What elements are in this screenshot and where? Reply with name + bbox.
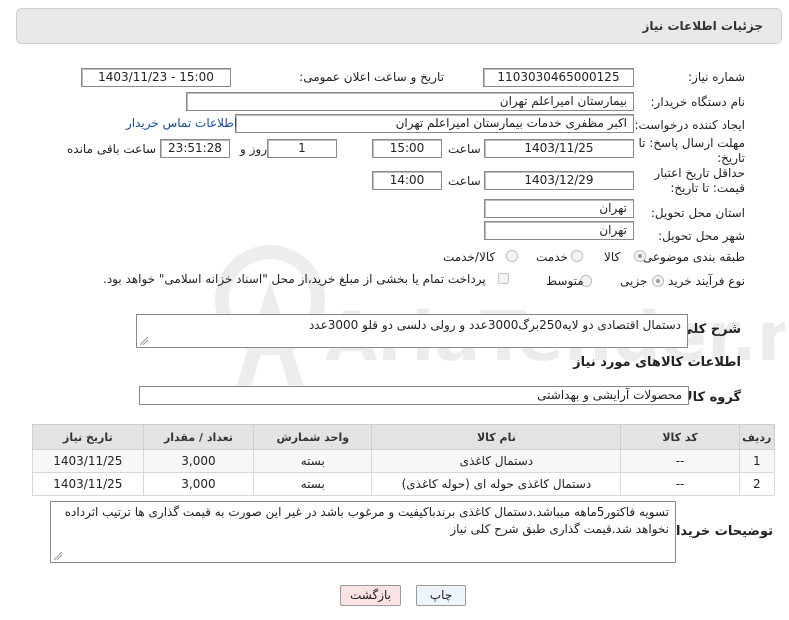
buyer-org-field: بیمارستان امیراعلم تهران: [186, 92, 634, 111]
province-label: استان محل تحویل:: [650, 206, 745, 220]
process-label: نوع فرآیند خرید :: [660, 274, 745, 288]
validity-time-field: 14:00: [372, 171, 442, 190]
category-radio-both[interactable]: [506, 250, 518, 262]
validity-date-field: 1403/12/29: [484, 171, 634, 190]
resize-grip-icon[interactable]: [54, 552, 62, 560]
category-radio-service[interactable]: [571, 250, 583, 262]
page-title: جزئیات اطلاعات نیاز: [642, 19, 763, 33]
goods-info-title: اطلاعات کالاهای مورد نیاز: [573, 355, 741, 370]
send-date-field: 1403/11/25: [484, 139, 634, 158]
description-text: دستمال اقتصادی دو لایه250برگ3000عدد و رو…: [308, 318, 681, 332]
days-label: روز و: [240, 142, 267, 156]
items-table: ردیف کد کالا نام کالا واحد شمارش تعداد /…: [32, 424, 776, 496]
validity-time-label: ساعت: [448, 174, 481, 188]
category-goods-label: کالا: [604, 250, 621, 264]
process-minor-label: جزیی: [620, 274, 648, 288]
days-field: 1: [267, 139, 337, 158]
buyer-notes-label: توضیحات خریدار:: [663, 524, 773, 539]
cell-code: --: [620, 449, 740, 473]
send-time-label: ساعت: [448, 142, 481, 156]
process-radio-minor[interactable]: [652, 275, 664, 287]
col-code: کد کالا: [620, 424, 740, 450]
city-label: شهر محل تحویل:: [658, 229, 745, 243]
col-qty: تعداد / مقدار: [142, 424, 255, 450]
validity-label: حداقل تاریخ اعتبار قیمت: تا تاریخ:: [654, 166, 745, 195]
category-both-label: کالا/خدمت: [443, 250, 496, 264]
cell-unit: بسته: [253, 472, 373, 496]
treasury-checkbox[interactable]: [498, 273, 509, 284]
buyer-notes-text: تسویه فاکتور5ماهه میباشد.دستمال کاغذی بر…: [64, 505, 669, 536]
print-button[interactable]: چاپ: [416, 585, 466, 606]
cell-row: 2: [738, 472, 776, 496]
payment-note: پرداخت تمام یا بخشی از مبلغ خرید،از محل …: [103, 272, 486, 286]
buyer-contact-link[interactable]: اطلاعات تماس خریدار: [126, 116, 237, 130]
buyer-notes-field: تسویه فاکتور5ماهه میباشد.دستمال کاغذی بر…: [50, 501, 676, 563]
need-number-label: شماره نیاز:: [688, 70, 745, 84]
category-radio-goods[interactable]: [634, 250, 646, 262]
cell-date: 1403/11/25: [32, 472, 144, 496]
announce-label: تاریخ و ساعت اعلان عمومی:: [299, 70, 444, 84]
col-date: تاریخ نیاز: [32, 424, 144, 450]
category-label: طبقه بندی موضوعی:: [638, 250, 745, 264]
goods-group-field: محصولات آرایشی و بهداشتی: [139, 386, 689, 405]
table-header-row: ردیف کد کالا نام کالا واحد شمارش تعداد /…: [32, 424, 776, 450]
header-panel: جزئیات اطلاعات نیاز: [16, 8, 782, 44]
category-service-label: خدمت: [536, 250, 568, 264]
cell-unit: بسته: [253, 449, 373, 473]
province-field: تهران: [484, 199, 634, 218]
table-row: 1 -- دستمال کاغذی بسته 3,000 1403/11/25: [32, 449, 776, 473]
creator-label: ایجاد کننده درخواست:: [634, 118, 745, 132]
send-time-field: 15:00: [372, 139, 442, 158]
remaining-time-field: 23:51:28: [160, 139, 230, 158]
cell-qty: 3,000: [142, 449, 255, 473]
process-medium-label: متوسط: [546, 274, 584, 288]
buyer-org-label: نام دستگاه خریدار:: [650, 95, 746, 109]
back-button[interactable]: بازگشت: [340, 585, 401, 606]
announce-field: 1403/11/23 - 15:00: [81, 68, 231, 87]
cell-qty: 3,000: [142, 472, 255, 496]
cell-date: 1403/11/25: [32, 449, 144, 473]
send-deadline-label: مهلت ارسال پاسخ: تا تاریخ:: [638, 136, 745, 165]
col-name: نام کالا: [371, 424, 622, 450]
need-number-field: 1103030465000125: [483, 68, 634, 87]
creator-field: اکبر مظفری خدمات بیمارستان امیراعلم تهرا…: [235, 114, 634, 133]
remaining-label: ساعت باقی مانده: [67, 142, 157, 156]
col-row: ردیف: [738, 424, 776, 450]
description-field: دستمال اقتصادی دو لایه250برگ3000عدد و رو…: [136, 314, 688, 348]
col-unit: واحد شمارش: [253, 424, 373, 450]
cell-row: 1: [738, 449, 776, 473]
cell-name: دستمال کاغذی: [371, 449, 622, 473]
city-field: تهران: [484, 221, 634, 240]
table-row: 2 -- دستمال کاغذی حوله ای (حوله کاغذی) ب…: [32, 472, 776, 496]
resize-grip-icon[interactable]: [140, 337, 148, 345]
cell-code: --: [620, 472, 740, 496]
cell-name: دستمال کاغذی حوله ای (حوله کاغذی): [371, 472, 622, 496]
